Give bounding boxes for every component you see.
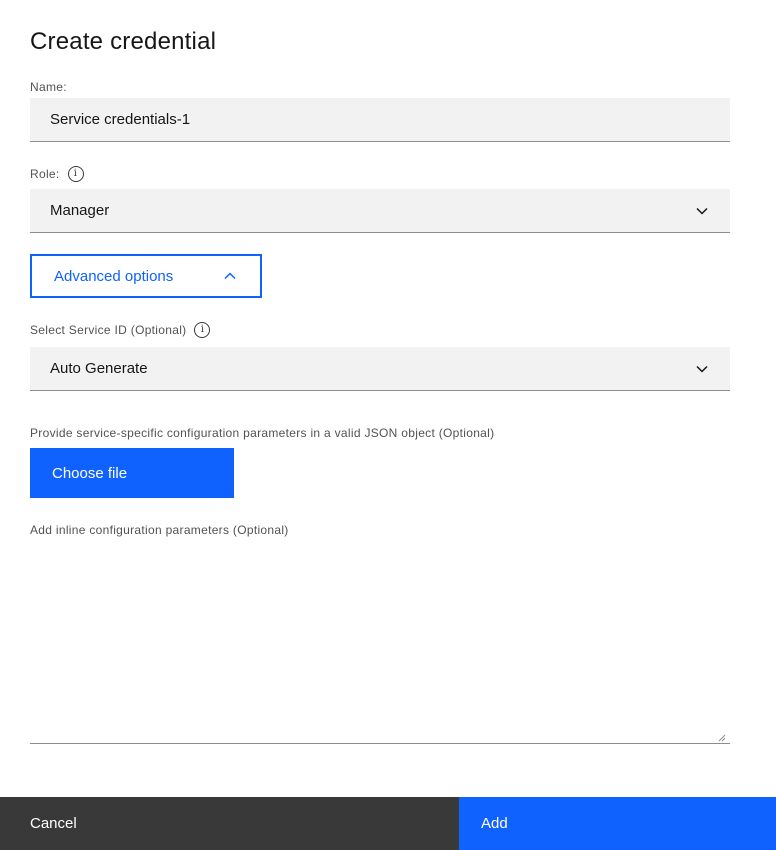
info-icon[interactable]: i [67,166,84,182]
advanced-options-label: Advanced options [54,267,174,285]
add-button[interactable]: Add [459,797,776,850]
service-id-select[interactable]: Auto Generate [30,347,730,391]
chevron-down-icon [694,361,710,377]
resize-handle-icon[interactable] [716,729,726,742]
inline-config-textarea-wrap [30,548,730,744]
choose-file-label: Choose file [52,464,128,482]
advanced-options-button[interactable]: Advanced options [30,254,262,298]
role-label-text: Role: [30,167,60,181]
config-file-label: Provide service-specific configuration p… [30,426,494,440]
inline-config-label-text: Add inline configuration parameters (Opt… [30,523,289,537]
role-select-value: Manager [50,202,110,219]
info-icon[interactable]: i [194,322,211,338]
name-label: Name: [30,80,67,94]
inline-config-textarea[interactable] [30,548,730,743]
cancel-label: Cancel [30,815,77,832]
role-select[interactable]: Manager [30,189,730,233]
service-id-label-text: Select Service ID (Optional) [30,323,187,337]
config-file-label-text: Provide service-specific configuration p… [30,426,495,440]
name-label-text: Name: [30,80,67,94]
chevron-down-icon [694,203,710,219]
service-id-select-value: Auto Generate [50,360,148,377]
name-input[interactable] [50,111,710,128]
name-field[interactable] [30,98,730,142]
service-id-label: Select Service ID (Optional) i [30,322,211,338]
role-label: Role: i [30,166,84,182]
choose-file-button[interactable]: Choose file [30,448,234,498]
inline-config-label: Add inline configuration parameters (Opt… [30,523,289,537]
dialog-footer: Cancel Add [0,797,776,850]
cancel-button[interactable]: Cancel [0,797,459,850]
dialog-title: Create credential [30,28,217,55]
create-credential-dialog: Create credential Name: Role: i Manager … [0,0,776,850]
add-label: Add [481,815,508,832]
chevron-up-icon [222,268,238,284]
